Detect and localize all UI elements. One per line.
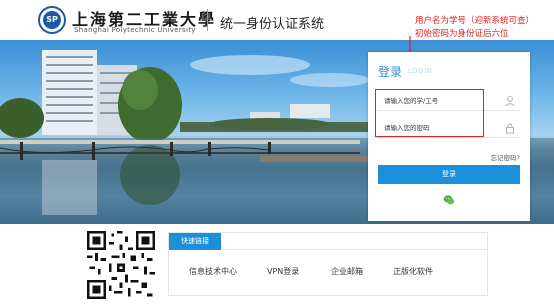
wechat-icon[interactable] (443, 194, 455, 206)
quick-links-panel: 快速链接 信息技术中心 VPN登录 企业邮箱 正版化软件 (168, 232, 488, 296)
input-highlight-box (375, 89, 484, 137)
header-divider (207, 9, 208, 31)
tab-quick-links[interactable]: 快速链接 (169, 233, 221, 250)
red-annotation: 用户名为学号（迎新系统可查） 初始密码为身份证后六位 (415, 15, 554, 41)
annotation-line-2: 初始密码为身份证后六位 (415, 29, 509, 39)
system-title: 统一身份认证系统 (220, 17, 325, 32)
school-name-en: Shanghai Polytechnic University (74, 26, 196, 34)
login-subtitle: LOGIN (408, 67, 433, 75)
login-title: 登录 (378, 65, 403, 79)
link-licensed-software[interactable]: 正版化软件 (393, 266, 433, 277)
link-enterprise-email[interactable]: 企业邮箱 (331, 266, 363, 277)
user-icon (505, 96, 515, 107)
link-vpn-login[interactable]: VPN登录 (267, 266, 299, 277)
link-info-tech-center[interactable]: 信息技术中心 (189, 266, 237, 277)
logo-emblem: SP (43, 11, 61, 29)
login-button[interactable]: 登录 (378, 165, 520, 184)
annotation-line-1: 用户名为学号（迎新系统可查） (415, 16, 535, 26)
tab-underline (221, 249, 487, 250)
qr-code-image (87, 231, 155, 299)
lock-icon (506, 123, 514, 134)
university-logo: SP (38, 6, 66, 34)
forgot-password-link[interactable]: 忘记密码? (491, 152, 520, 162)
